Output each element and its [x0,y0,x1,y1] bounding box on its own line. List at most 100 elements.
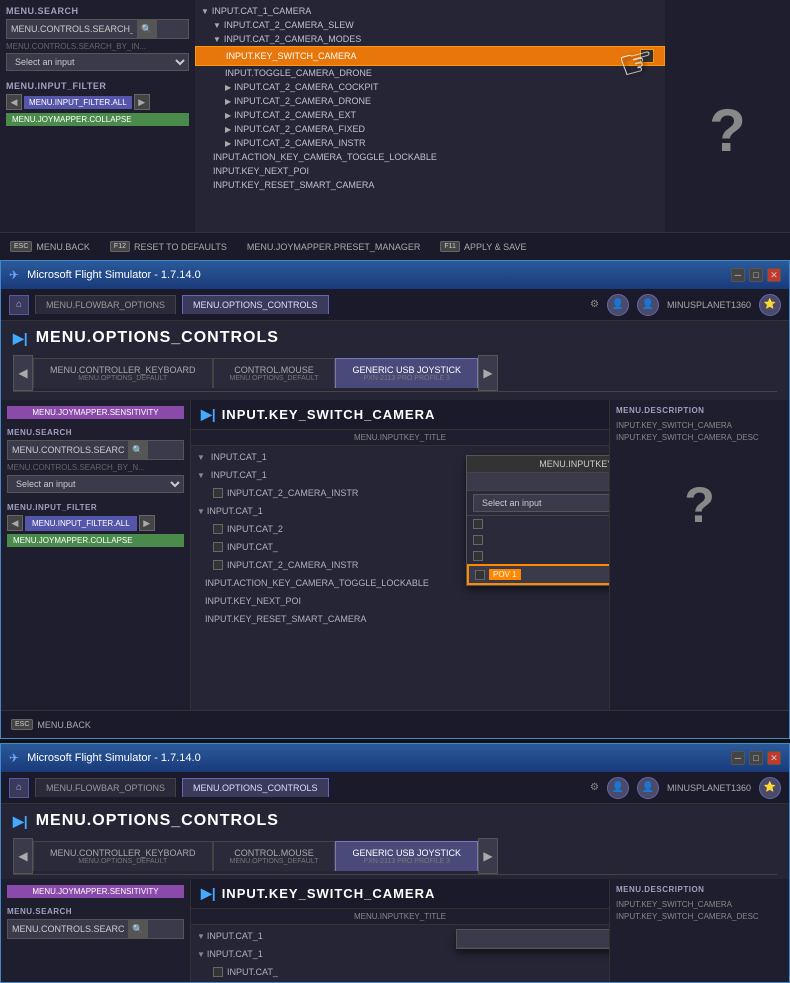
question-mark-icon: ? [709,96,746,165]
sidebar-search-input-3[interactable] [8,922,128,936]
tree-item[interactable]: ▼ INPUT.CAT_2_CAMERA_SLEW [195,18,665,32]
dropdown-item[interactable] [467,548,609,564]
tree-item[interactable]: INPUT.TOGGLE_CAMERA_DRONE [195,66,665,80]
ctrl-center-3: ▶| INPUT.KEY_SWITCH_CAMERA MENU.INPUTKEY… [191,879,609,983]
p1-collapse-btn[interactable]: MENU.JOYMAPPER.COLLAPSE [6,113,189,126]
filter-all-btn[interactable]: MENU.INPUT_FILTER.ALL [25,516,137,531]
tree-label-3c: INPUT.CAT_ [227,967,278,977]
tree-item[interactable]: ▶ INPUT.CAT_2_CAMERA_EXT [195,108,665,122]
filter-arrow-left[interactable]: ◀ [7,515,23,531]
ctrl-tab-joystick[interactable]: GENERIC USB JOYSTICK PXN-2113 PRO PROFIL… [335,358,478,388]
tree-item-selected[interactable]: INPUT.KEY_SWITCH_CAMERA [195,46,665,66]
p1-input-select[interactable]: Select an input [6,53,189,71]
p1-tree-list: ▼ INPUT.CAT_1_CAMERA ▼ INPUT.CAT_2_CAMER… [195,0,665,196]
tree-label-3a: INPUT.CAT_1 [207,931,263,941]
user-avatar-3b: 👤 [637,777,659,799]
back-label: MENU.BACK [36,242,90,252]
window-title: Microsoft Flight Simulator - 1.7.14.0 [27,269,723,281]
p1-search-input[interactable] [7,22,137,36]
panel1-sidebar: MENU.SEARCH 🔍 MENU.CONTROLS.SEARCH_BY_IN… [0,0,195,260]
minimize-button[interactable]: ─ [731,268,745,282]
ctrl-tab-mouse-3[interactable]: CONTROL.MOUSE MENU.OPTIONS_DEFAULT [213,841,336,871]
back-button[interactable]: ESC MENU.BACK [10,241,90,252]
ctrl-tab-prev-3[interactable]: ◀ [13,838,33,874]
tree-item[interactable]: ▶ INPUT.CAT_2_CAMERA_INSTR [195,136,665,150]
dropdown-item-selected[interactable]: POV 1 [467,564,609,585]
p1-search-row: 🔍 [6,19,189,39]
sensitivity-button[interactable]: MENU.JOYMAPPER.SENSITIVITY [7,406,184,419]
ctrl-tab-keyboard[interactable]: MENU.CONTROLLER_KEYBOARD MENU.OPTIONS_DE… [33,358,213,388]
window-frame-3: ✈ Microsoft Flight Simulator - 1.7.14.0 … [0,743,790,983]
user-avatar: 👤 [607,294,629,316]
minimize-button-3[interactable]: ─ [731,751,745,765]
ctrl-tab-mouse[interactable]: CONTROL.MOUSE MENU.OPTIONS_DEFAULT [213,358,336,388]
p1-filter-arrow-right[interactable]: ▶ [134,94,150,110]
tree-item-label: INPUT.CAT_2_CAMERA_FIXED [234,124,365,134]
p3-dropdown-search-input[interactable] [457,931,609,947]
dropdown-search-input[interactable] [467,474,609,490]
preset-manager-button[interactable]: MENU.JOYMAPPER.PRESET_MANAGER [247,242,421,252]
tree-item[interactable]: ▼ INPUT.CAT_2_CAMERA_MODES [195,32,665,46]
tree-item[interactable]: ▶ INPUT.CAT_2_CAMERA_DRONE [195,94,665,108]
expand-icon: ▼ [197,471,205,480]
sensitivity-button-3[interactable]: MENU.JOYMAPPER.SENSITIVITY [7,885,184,898]
input-key-bar-3: ▶| INPUT.KEY_SWITCH_CAMERA [191,879,609,909]
nav-tab-flowbar-3[interactable]: MENU.FLOWBAR_OPTIONS [35,778,176,797]
ctrl-sidebar-2: MENU.JOYMAPPER.SENSITIVITY MENU.SEARCH 🔍… [1,400,191,710]
nav-tab-flowbar[interactable]: MENU.FLOWBAR_OPTIONS [35,295,176,314]
nav-home-button[interactable]: ⌂ [9,295,29,315]
sidebar-collapse-btn[interactable]: MENU.JOYMAPPER.COLLAPSE [7,534,184,547]
nav-tab-controls-3[interactable]: MENU.OPTIONS_CONTROLS [182,778,329,797]
ctrl-tab-keyboard-3[interactable]: MENU.CONTROLLER_KEYBOARD MENU.OPTIONS_DE… [33,841,213,871]
ctrl-tab-mouse-sub-3: MENU.OPTIONS_DEFAULT [230,858,319,865]
sidebar-search-btn[interactable]: 🔍 [128,441,148,459]
tree-item[interactable]: INPUT.KEY_NEXT_POI [191,592,609,610]
dropdown-title: MENU.INPUTKEY_TITLE [467,456,609,473]
tree-item[interactable]: INPUT.KEY_RESET_SMART_CAMERA [191,610,609,628]
dropdown-select[interactable]: Select an input [473,494,609,512]
nav-tab-controls[interactable]: MENU.OPTIONS_CONTROLS [182,295,329,314]
ctrl-tab-next-3[interactable]: ▶ [478,838,498,874]
window-icon-3: ✈ [9,751,19,765]
settings-icon[interactable]: ⚙ [590,299,599,310]
p3-dropdown-search: 🔍 [457,930,609,948]
navbar-3: ⌂ MENU.FLOWBAR_OPTIONS MENU.OPTIONS_CONT… [1,772,789,804]
dropdown-item[interactable] [467,532,609,548]
tree-item[interactable]: INPUT.CAT_ [191,963,609,981]
close-button-3[interactable]: ✕ [767,751,781,765]
sidebar-search-btn-3[interactable]: 🔍 [128,920,148,938]
item-checkbox [213,560,223,570]
sidebar-search-input[interactable] [8,443,128,457]
close-button[interactable]: ✕ [767,268,781,282]
tree-item[interactable]: ▶ INPUT.CAT_2_CAMERA_COCKPIT [195,80,665,94]
ctrl-tab-joystick-3[interactable]: GENERIC USB JOYSTICK PXN-2113 PRO PROFIL… [335,841,478,871]
nav-home-button-3[interactable]: ⌂ [9,778,29,798]
p1-filter-arrow-left[interactable]: ◀ [6,94,22,110]
panel1-bottom-bar: ESC MENU.BACK F12 RESET TO DEFAULTS MENU… [0,232,790,260]
tree-item[interactable]: ▶ INPUT.CAT_2_CAMERA_FIXED [195,122,665,136]
reset-label: RESET TO DEFAULTS [134,242,227,252]
apply-save-button[interactable]: F11 APPLY & SAVE [440,241,526,252]
filter-arrow-right[interactable]: ▶ [139,515,155,531]
p1-filter-title: MENU.INPUT_FILTER [6,81,189,91]
ctrl-tab-next[interactable]: ▶ [478,355,498,391]
p2-back-button[interactable]: ESC MENU.BACK [11,719,91,730]
settings-icon-3[interactable]: ⚙ [590,782,599,793]
tree-label: INPUT.KEY_NEXT_POI [205,596,301,606]
tree-item[interactable]: INPUT.KEY_NEXT_POI [195,164,665,178]
tree-item[interactable]: INPUT.ACTION_KEY_CAMERA_TOGGLE_LOCKABLE [195,150,665,164]
ctrl-tab-prev[interactable]: ◀ [13,355,33,391]
dropdown-item[interactable] [467,516,609,532]
reset-defaults-button[interactable]: F12 RESET TO DEFAULTS [110,241,227,252]
sidebar-input-select[interactable]: Select an input [7,475,184,493]
tree-label: INPUT.KEY_RESET_SMART_CAMERA [205,614,366,624]
tree-item[interactable]: INPUT.KEY_RESET_SMART_CAMERA [195,178,665,192]
input-key-arrow-3: ▶| [201,885,216,902]
tree-item[interactable]: ▼ INPUT.CAT_1_CAMERA [195,4,665,18]
maximize-button[interactable]: □ [749,268,763,282]
p1-filter-all-btn[interactable]: MENU.INPUT_FILTER.ALL [24,96,132,109]
maximize-button-3[interactable]: □ [749,751,763,765]
item-binding-icon [640,49,654,63]
p1-search-button[interactable]: 🔍 [137,20,157,38]
tree-item-label: INPUT.CAT_2_CAMERA_SLEW [224,20,354,30]
